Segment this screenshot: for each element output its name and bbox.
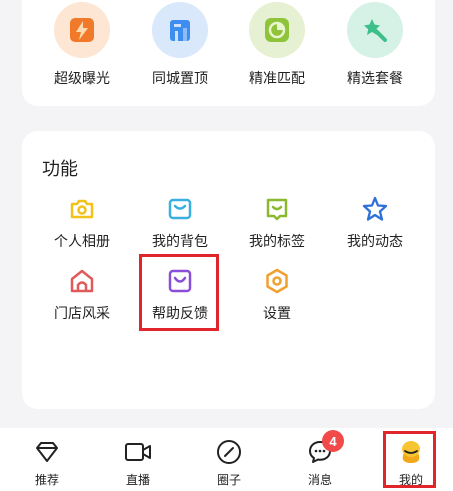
tab-recommend[interactable]: 推荐 xyxy=(12,428,82,491)
tab-label: 圈子 xyxy=(216,473,241,487)
func-my-tags[interactable]: 我的标签 xyxy=(229,195,325,251)
func-label: 门店风采 xyxy=(54,306,110,322)
mine-tab-highlight xyxy=(383,431,436,488)
func-store-showcase[interactable]: 门店风采 xyxy=(34,267,130,323)
section-title: 功能 xyxy=(42,159,78,180)
func-label: 我的动态 xyxy=(347,234,403,250)
building-icon xyxy=(152,2,208,58)
help-feedback-highlight xyxy=(139,254,219,331)
store-icon xyxy=(68,267,96,295)
promo-label: 精选套餐 xyxy=(347,71,403,87)
promotions-card: 超级曝光 同城置顶 精准匹配 精选套餐 xyxy=(22,0,435,106)
tab-label: 推荐 xyxy=(34,473,59,487)
unread-badge: 4 xyxy=(322,430,344,452)
func-label: 设置 xyxy=(263,306,291,322)
promo-local-top[interactable]: 同城置顶 xyxy=(132,2,228,88)
promo-precise-match[interactable]: 精准匹配 xyxy=(229,2,325,88)
func-label: 个人相册 xyxy=(54,234,110,250)
compass-icon xyxy=(215,438,243,466)
tab-label: 直播 xyxy=(125,473,150,487)
promo-label: 超级曝光 xyxy=(54,71,110,87)
functions-card: 功能 个人相册 我的背包 我的标签 我的动态 门店风采 帮助反馈 设置 xyxy=(22,131,435,409)
tag-icon xyxy=(263,195,291,223)
func-label: 我的背包 xyxy=(152,234,208,250)
video-camera-icon xyxy=(124,438,152,466)
diamond-icon xyxy=(33,438,61,466)
star-icon xyxy=(361,195,389,223)
promo-label: 精准匹配 xyxy=(249,71,305,87)
pie-chart-icon xyxy=(249,2,305,58)
camera-icon xyxy=(68,195,96,223)
lightning-bag-icon xyxy=(54,2,110,58)
func-my-moments[interactable]: 我的动态 xyxy=(327,195,423,251)
backpack-icon xyxy=(166,195,194,223)
promo-label: 同城置顶 xyxy=(152,71,208,87)
hexagon-settings-icon xyxy=(263,267,291,295)
tab-live[interactable]: 直播 xyxy=(103,428,173,491)
func-personal-album[interactable]: 个人相册 xyxy=(34,195,130,251)
chat-icon: 4 xyxy=(306,430,344,466)
func-label: 我的标签 xyxy=(249,234,305,250)
tab-circle[interactable]: 圈子 xyxy=(194,428,264,491)
promo-super-exposure[interactable]: 超级曝光 xyxy=(34,2,130,88)
func-my-backpack[interactable]: 我的背包 xyxy=(132,195,228,251)
tab-messages[interactable]: 4 消息 xyxy=(285,428,355,491)
func-settings[interactable]: 设置 xyxy=(229,267,325,323)
tab-label: 消息 xyxy=(307,473,332,487)
magic-wand-icon xyxy=(347,2,403,58)
promo-featured-package[interactable]: 精选套餐 xyxy=(327,2,423,88)
